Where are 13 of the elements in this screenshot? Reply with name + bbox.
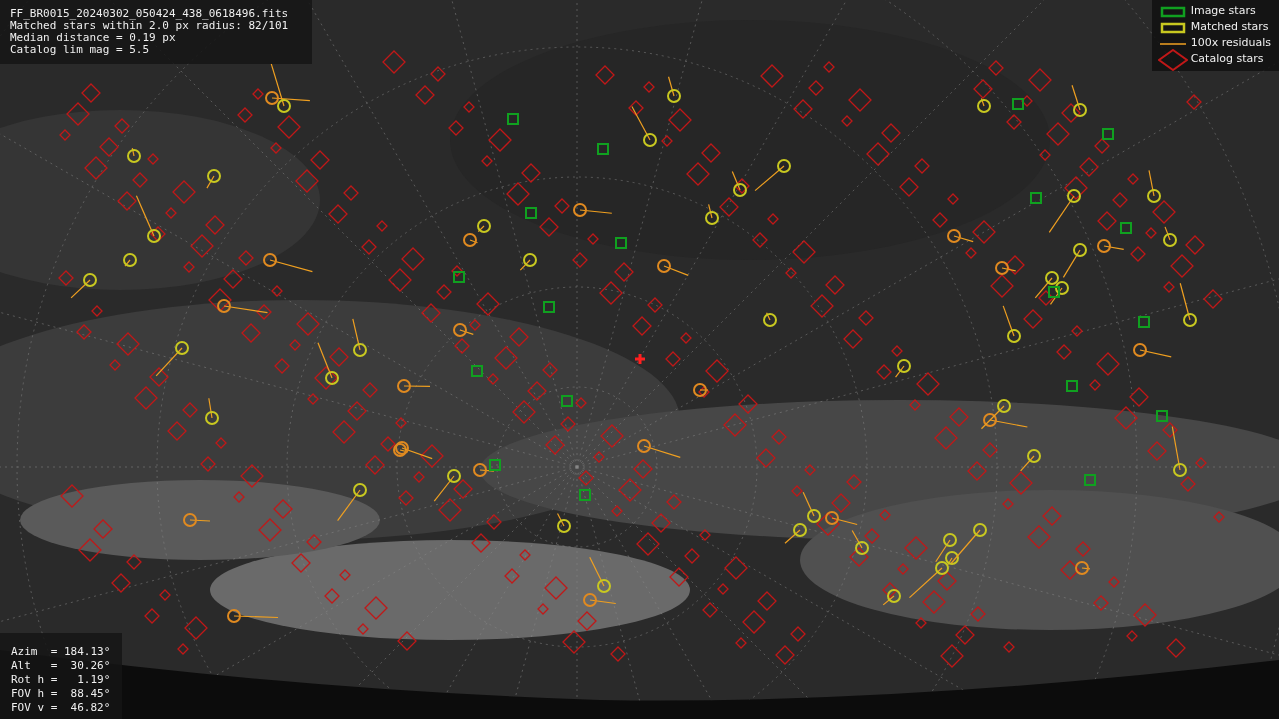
pointing-text: Alt = 30.26° — [11, 659, 111, 673]
info-text: Median distance = 0.19 px — [10, 32, 177, 44]
info-text: FF_BR0015_20240302_050424_438_0618496.fits — [10, 8, 290, 20]
info-text: Catalog lim mag = 5.5 — [10, 44, 151, 56]
pointing-text: FOV v = 46.82° — [11, 701, 111, 715]
legend-label: Matched stars — [1190, 19, 1269, 36]
legend-label: Catalog stars — [1190, 51, 1264, 68]
pointing-text: FOV h = 88.45° — [11, 687, 111, 701]
legend-label: Image stars — [1190, 3, 1256, 20]
pointing-text: Rot h = 1.19° — [11, 673, 111, 687]
info-text: Matched stars within 2.0 px radius: 82/101 — [10, 20, 290, 32]
pointing-text: Azim = 184.13° — [11, 645, 111, 659]
legend-label: 100x residuals — [1190, 35, 1271, 52]
